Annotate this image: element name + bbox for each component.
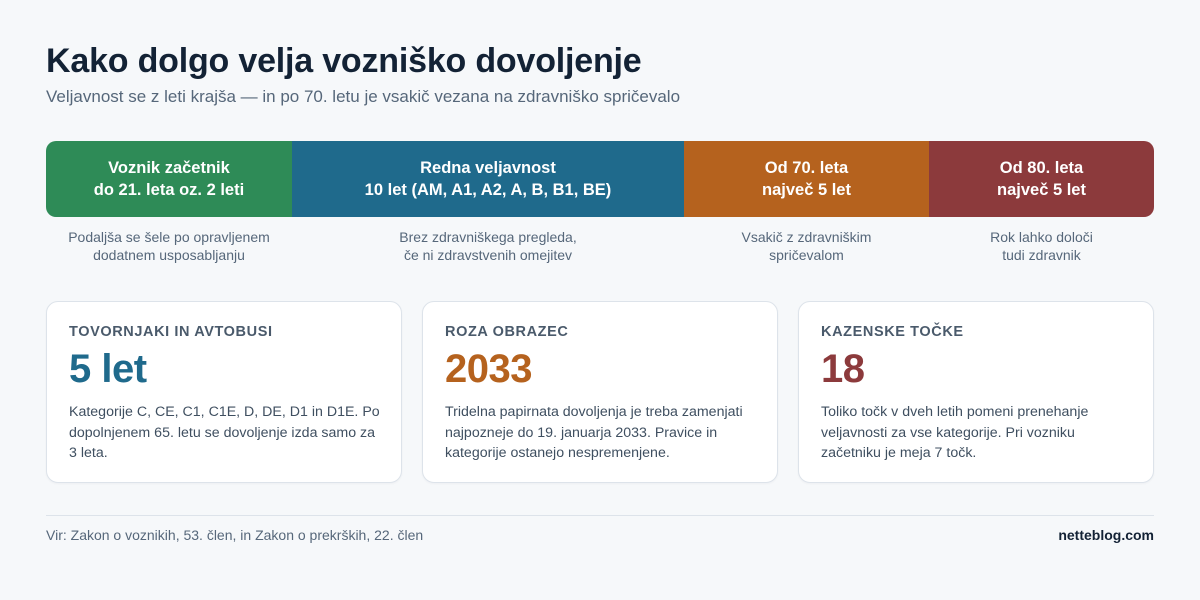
timeline-segment-beginner: Voznik začetnik do 21. leta oz. 2 leti (46, 141, 292, 217)
caption-line: tudi zdravnik (1002, 247, 1081, 263)
segment-detail: 10 let (AM, A1, A2, A, B, B1, BE) (364, 181, 612, 199)
segment-heading: Od 70. leta (764, 159, 849, 177)
card-pink-form: ROZA OBRAZEC 2033 Tridelna papirnata dov… (422, 301, 778, 483)
card-text: Toliko točk v dveh letih pomeni prenehan… (821, 402, 1131, 464)
caption-line: Brez zdravniškega pregleda, (399, 229, 577, 245)
card-text-line: Toliko točk v dveh letih pomeni prenehan… (821, 404, 1089, 420)
card-text-line: Tridelna papirnata dovoljenja je treba z… (445, 404, 743, 420)
card-value: 5 let (69, 347, 147, 391)
card-text-line: veljavnosti za vse kategorije. Pri vozni… (821, 424, 1075, 441)
infographic: Kako dolgo velja vozniško dovoljenje Vel… (46, 0, 1154, 600)
info-cards: TOVORNJAKI IN AVTOBUSI 5 let Kategorije … (46, 301, 1154, 483)
timeline-segment-regular: Redna veljavnost 10 let (AM, A1, A2, A, … (292, 141, 684, 217)
card-text-line: Kategorije C, CE, C1, C1E, D, DE, D1 in … (69, 404, 380, 420)
card-text-line: 3 leta. (69, 445, 108, 461)
card-trucks-buses: TOVORNJAKI IN AVTOBUSI 5 let Kategorije … (46, 301, 402, 483)
caption-age-70: Vsakič z zdravniškim spričevalom (684, 228, 929, 264)
source-note: Vir: Zakon o voznikih, 53. člen, in Zako… (46, 527, 424, 543)
footer-divider (46, 515, 1154, 516)
page-subtitle: Veljavnost se z leti krajša — in po 70. … (46, 87, 681, 106)
caption-line: če ni zdravstvenih omejitev (403, 247, 573, 263)
caption-beginner: Podaljša se šele po opravljenem dodatnem… (46, 228, 292, 264)
card-penalty-points: KAZENSKE TOČKE 18 Toliko točk v dveh let… (798, 301, 1154, 483)
caption-line: dodatnem usposabljanju (93, 247, 245, 263)
caption-line: Podaljša se šele po opravljenem (68, 229, 270, 245)
segment-detail: največ 5 let (762, 181, 851, 199)
card-label: ROZA OBRAZEC (445, 324, 569, 340)
timeline-segment-age-70: Od 70. leta največ 5 let (684, 141, 929, 217)
validity-timeline: Voznik začetnik do 21. leta oz. 2 leti R… (46, 141, 1154, 217)
timeline-captions: Podaljša se šele po opravljenem dodatnem… (46, 228, 1154, 264)
card-text-line: najpozneje do 19. januarja 2033. Pravice… (445, 424, 718, 441)
card-value: 2033 (445, 347, 532, 391)
card-text: Kategorije C, CE, C1, C1E, D, DE, D1 in … (69, 402, 380, 464)
card-text-line: kategorije ostanejo nespremenjene. (445, 445, 670, 461)
caption-line: Rok lahko določi (990, 229, 1093, 245)
card-label: KAZENSKE TOČKE (821, 324, 964, 340)
timeline-segment-age-80: Od 80. leta največ 5 let (929, 141, 1154, 217)
card-value: 18 (821, 347, 865, 391)
card-label: TOVORNJAKI IN AVTOBUSI (69, 324, 273, 340)
caption-regular: Brez zdravniškega pregleda, če ni zdravs… (292, 228, 684, 264)
segment-heading: Voznik začetnik (108, 159, 230, 177)
card-text: Tridelna papirnata dovoljenja je treba z… (445, 402, 755, 464)
caption-line: spričevalom (769, 247, 844, 263)
segment-detail: do 21. leta oz. 2 leti (93, 181, 245, 199)
segment-heading: Redna veljavnost (420, 159, 556, 177)
card-text-line: začetniku je meja 7 točk. (821, 445, 977, 461)
card-text-line: dopolnjenem 65. letu se dovoljenje izda … (69, 424, 376, 441)
page-title: Kako dolgo velja vozniško dovoljenje (46, 42, 642, 80)
brand-link[interactable]: netteblog.com (1058, 527, 1154, 543)
caption-age-80: Rok lahko določi tudi zdravnik (929, 228, 1154, 264)
segment-heading: Od 80. leta (999, 159, 1084, 177)
segment-detail: največ 5 let (997, 181, 1086, 199)
caption-line: Vsakič z zdravniškim (741, 229, 872, 245)
